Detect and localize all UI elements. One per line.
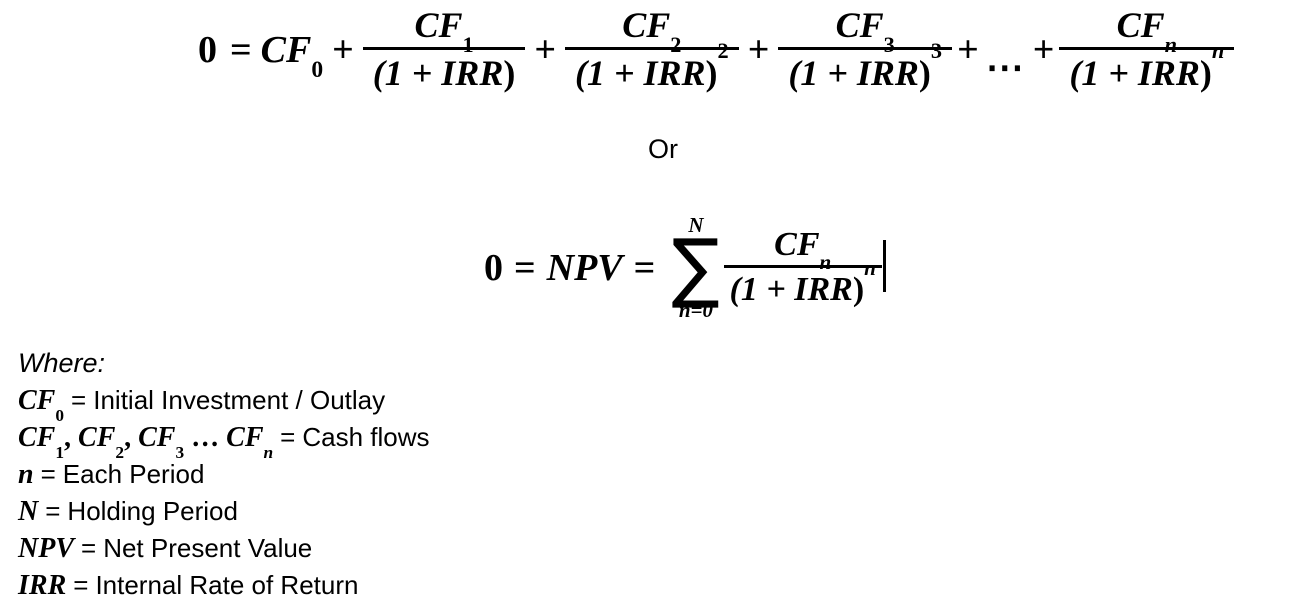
legend-symbol-npv: NPV	[18, 533, 74, 564]
where-legend: Where: CF0 = Initial Investment / Outlay…	[18, 348, 658, 607]
legend-equals-irr: =	[73, 570, 89, 600]
equation-two-equals-2: =	[633, 246, 656, 289]
legend-symbol-n: n	[18, 459, 34, 490]
irr-expanded-equation: 0 = CF0 + CF1 (1 + IRR) + CF2 (1 + IRR)2…	[198, 5, 1235, 93]
fraction-n-exponent: n	[1211, 38, 1225, 64]
legend-equals-cf-series: =	[280, 422, 296, 452]
fraction-n-numerator: CFn	[1116, 5, 1178, 57]
equation-one-plus-4: +	[957, 28, 979, 71]
legend-equals-npv: =	[81, 533, 97, 563]
legend-equals-n: =	[40, 459, 56, 489]
equation-one-plus-5: +	[1032, 28, 1055, 71]
equation-two-npv: NPV	[546, 246, 623, 289]
equation-one-plus-2: +	[534, 28, 556, 71]
fraction-1-denominator: (1 + IRR)	[372, 52, 516, 93]
fraction-term-n: CFn (1 + IRR)n	[1059, 5, 1235, 93]
legend-row-cf0: CF0 = Initial Investment / Outlay	[18, 385, 658, 425]
legend-symbol-capital-n: N	[18, 496, 39, 527]
summation-exponent: n	[864, 255, 876, 280]
legend-description-n: Each Period	[62, 459, 205, 489]
equation-one-plus-3: +	[747, 28, 770, 71]
legend-heading-row: Where:	[18, 348, 658, 385]
fraction-n-denominator: (1 + IRR)n	[1069, 38, 1225, 93]
equation-two-equals-1: =	[514, 246, 536, 289]
text-cursor-caret[interactable]	[882, 239, 886, 292]
summation-numerator: CFn	[774, 225, 832, 274]
legend-symbol-cf-series: CF1, CF2, CF3 … CFn	[18, 422, 274, 462]
sigma-icon: ∑	[671, 222, 720, 311]
legend-description-npv: Net Present Value	[103, 533, 313, 563]
legend-row-irr: IRR = Internal Rate of Return	[18, 570, 658, 607]
legend-row-capital-n: N = Holding Period	[18, 496, 658, 533]
cf0-subscript: 0	[311, 57, 324, 84]
fraction-3-denominator: (1 + IRR)3	[788, 38, 943, 93]
legend-heading: Where:	[18, 348, 106, 378]
fraction-term-2: CF2 (1 + IRR)2	[565, 6, 739, 93]
fraction-1-numerator: CF1	[414, 5, 474, 57]
summation-denominator: (1 + IRR)n	[729, 255, 876, 309]
legend-cf0-subscript: 0	[55, 405, 65, 425]
legend-equals-capital-n: =	[45, 496, 61, 526]
legend-symbol-cf0: CF0	[18, 385, 65, 425]
fraction-term-1: CF1 (1 + IRR)	[362, 5, 526, 93]
npv-summation-equation: 0 = NPV = N ∑ n=0 CFn (1 + IRR)n	[484, 215, 886, 321]
fraction-2-numerator: CF2	[622, 5, 682, 57]
fraction-2-denominator: (1 + IRR)2	[575, 38, 729, 93]
fraction-1-numerator-subscript: 1	[462, 31, 474, 57]
legend-description-irr: Internal Rate of Return	[95, 570, 359, 600]
equation-one-plus-1: +	[332, 28, 354, 71]
fraction-3-numerator: CF3	[835, 5, 895, 57]
equation-one-zero: 0	[198, 28, 217, 71]
legend-symbol-irr: IRR	[18, 570, 67, 601]
fraction-2-exponent: 2	[717, 38, 729, 64]
legend-row-cf-series: CF1, CF2, CF3 … CFn = Cash flows	[18, 422, 658, 462]
fraction-term-3: CF3 (1 + IRR)3	[778, 5, 953, 93]
legend-description-capital-n: Holding Period	[67, 496, 238, 526]
fraction-n-numerator-subscript: n	[1164, 31, 1178, 57]
legend-equals-cf0: =	[71, 385, 87, 415]
fraction-2-numerator-subscript: 2	[670, 31, 682, 57]
legend-row-n: n = Each Period	[18, 459, 658, 496]
or-separator-label: Or	[648, 134, 678, 164]
legend-row-npv: NPV = Net Present Value	[18, 533, 658, 570]
equation-one-cf0: CF0	[260, 28, 324, 84]
summation-operator: N ∑ n=0	[670, 215, 721, 321]
summation-numerator-subscript: n	[819, 249, 832, 274]
summation-fraction: CFn (1 + IRR)n	[723, 225, 882, 310]
ellipsis: ⋯	[985, 47, 1026, 90]
legend-description-cf0: Initial Investment / Outlay	[93, 385, 386, 415]
legend-description-cf-series: Cash flows	[302, 422, 430, 452]
equation-two-zero: 0	[484, 246, 503, 289]
fraction-3-numerator-subscript: 3	[883, 31, 895, 57]
equation-one-equals: =	[230, 28, 252, 71]
fraction-3-exponent: 3	[930, 38, 943, 64]
